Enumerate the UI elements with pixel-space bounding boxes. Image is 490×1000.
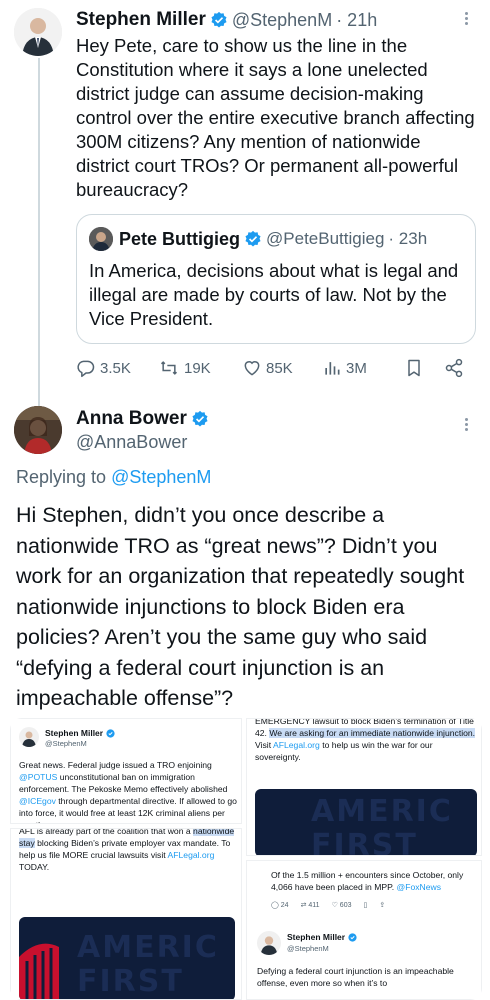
- mini-like-count: 603: [339, 902, 352, 909]
- tweet1-text: Hey Pete, care to show us the line in th…: [76, 35, 475, 200]
- share-icon: [445, 358, 463, 378]
- mini-repost-count: 411: [308, 902, 320, 909]
- mention-link: @POTUS: [19, 772, 58, 782]
- quote-author-handle: @PeteButtigieg: [266, 229, 385, 248]
- thread-line: [38, 58, 40, 410]
- mini-tweet-text: Of the 1.5 million + encounters since Oc…: [271, 869, 475, 893]
- like-count: 85K: [266, 359, 293, 377]
- mini-reply: ◯ 24: [271, 902, 289, 909]
- views-button[interactable]: 3M: [322, 358, 367, 378]
- reply-button[interactable]: 3.5K: [76, 358, 131, 378]
- afl-banner: AMERIC FIRST: [255, 789, 477, 856]
- author-name[interactable]: Stephen Miller: [76, 9, 206, 31]
- screenshot-image-3[interactable]: AFL is already part of the coalition tha…: [10, 828, 242, 1000]
- mini-author-handle: @StephenM: [287, 944, 329, 953]
- bookmark-button[interactable]: [404, 358, 424, 378]
- banner-text: AMERIC FIRST: [311, 794, 453, 856]
- quote-text: In America, decisions about what is lega…: [89, 260, 459, 329]
- person-photo-icon: [14, 406, 62, 454]
- person-photo-icon: [14, 8, 62, 56]
- verified-badge-icon: [245, 230, 261, 247]
- mini-tweet-text: AFL is already part of the coalition tha…: [19, 828, 237, 873]
- flag-stripes-icon: [19, 943, 59, 999]
- media-grid[interactable]: Stephen Miller @StephenM Great news. Fed…: [10, 718, 482, 1000]
- repost-count: 19K: [184, 359, 211, 377]
- person-photo-icon: [22, 731, 36, 747]
- quote-author-name: Pete Buttigieg: [119, 228, 241, 249]
- mini-tweet-text: Great news. Federal judge issued a TRO e…: [19, 759, 237, 823]
- share-button[interactable]: [444, 358, 464, 378]
- text-part: Great news. Federal judge issued a TRO e…: [19, 760, 212, 770]
- url-link: AFLegal.org: [167, 850, 215, 860]
- bookmark-icon: [408, 359, 420, 377]
- repost-button[interactable]: 19K: [158, 358, 211, 378]
- text-part: Visit: [255, 740, 273, 750]
- tweet2-text: Hi Stephen, didn’t you once describe a n…: [16, 503, 465, 710]
- mini-reply-count: 24: [280, 902, 289, 909]
- heart-icon: [244, 361, 260, 376]
- mini-tweet-text: Defying a federal court injunction is an…: [257, 966, 454, 988]
- more-options-icon[interactable]: [456, 416, 476, 436]
- mention-link: @ICEgov: [19, 796, 56, 806]
- verified-badge-icon: [106, 728, 115, 738]
- quote-timestamp: · 23h: [388, 229, 428, 248]
- text-part: TODAY.: [19, 862, 50, 872]
- mini-actions: ◯ 24 ⇄ 411 ♡ 603 ▯ ⇪: [271, 901, 475, 909]
- mini-author-handle: @StephenM: [45, 739, 87, 748]
- replying-handle-link[interactable]: @StephenM: [111, 467, 211, 487]
- repost-icon: [160, 361, 178, 375]
- avatar-stephen-miller[interactable]: [14, 8, 62, 56]
- mini-header: Stephen Miller: [45, 728, 115, 738]
- screenshot-image-4[interactable]: Of the 1.5 million + encounters since Oc…: [246, 860, 482, 1000]
- afl-banner: AMERIC FIRST: [19, 917, 235, 999]
- banner-text: AMERIC FIRST: [77, 930, 219, 999]
- mention-link: @FoxNews: [396, 882, 442, 892]
- person-photo-icon: [260, 936, 278, 955]
- mini-bookmark-icon: ▯: [363, 902, 368, 909]
- avatar-pete-buttigieg: [89, 227, 113, 251]
- replying-to: Replying to @StephenM: [16, 467, 211, 488]
- verified-badge-icon: [211, 11, 227, 28]
- author-handle[interactable]: @StephenM: [232, 10, 332, 31]
- mini-avatar: [19, 727, 39, 747]
- mini-like: ♡ 603: [331, 902, 352, 909]
- quote-tweet[interactable]: Pete Buttigieg @PeteButtigieg · 23h In A…: [76, 214, 476, 344]
- tweet2-author: Anna Bower @AnnaBower: [76, 408, 213, 453]
- avatar-anna-bower[interactable]: [14, 406, 62, 454]
- replying-prefix: Replying to: [16, 467, 112, 487]
- screenshot-image-1[interactable]: Stephen Miller @StephenM Great news. Fed…: [10, 718, 242, 824]
- mini-avatar: [257, 931, 281, 955]
- mini-author-name: Stephen Miller: [287, 932, 346, 942]
- person-photo-icon: [89, 227, 113, 251]
- verified-badge-icon: [192, 410, 208, 427]
- screenshot-image-2[interactable]: EMERGENCY lawsuit to block Biden’s termi…: [246, 718, 482, 856]
- like-button[interactable]: 85K: [242, 358, 293, 378]
- mini-header: Stephen Miller: [287, 932, 357, 942]
- verified-badge-icon: [348, 932, 357, 942]
- mini-author-name: Stephen Miller: [45, 728, 104, 738]
- reply-icon: [77, 360, 95, 378]
- views-count: 3M: [346, 359, 367, 377]
- tweet1-header: Stephen Miller @StephenM · 21h: [76, 8, 377, 32]
- reply-count: 3.5K: [100, 359, 131, 377]
- mini-tweet-text: EMERGENCY lawsuit to block Biden’s termi…: [255, 718, 477, 763]
- url-link: AFLegal.org: [273, 740, 320, 750]
- more-options-icon[interactable]: [456, 10, 476, 30]
- timestamp[interactable]: · 21h: [336, 10, 377, 31]
- author-handle[interactable]: @AnnaBower: [76, 432, 213, 453]
- views-chart-icon: [325, 362, 340, 375]
- text-part: EMERGENCY lawsuit to block Biden’s termi…: [255, 718, 447, 726]
- highlighted-text: We are asking for an immediate nationwid…: [269, 728, 476, 738]
- quote-header: Pete Buttigieg @PeteButtigieg · 23h: [119, 227, 427, 251]
- author-name[interactable]: Anna Bower: [76, 408, 187, 430]
- mini-repost: ⇄ 411: [300, 902, 320, 909]
- mini-share-icon: ⇪: [379, 902, 386, 909]
- text-part: AFL is already part of the coalition tha…: [19, 828, 191, 836]
